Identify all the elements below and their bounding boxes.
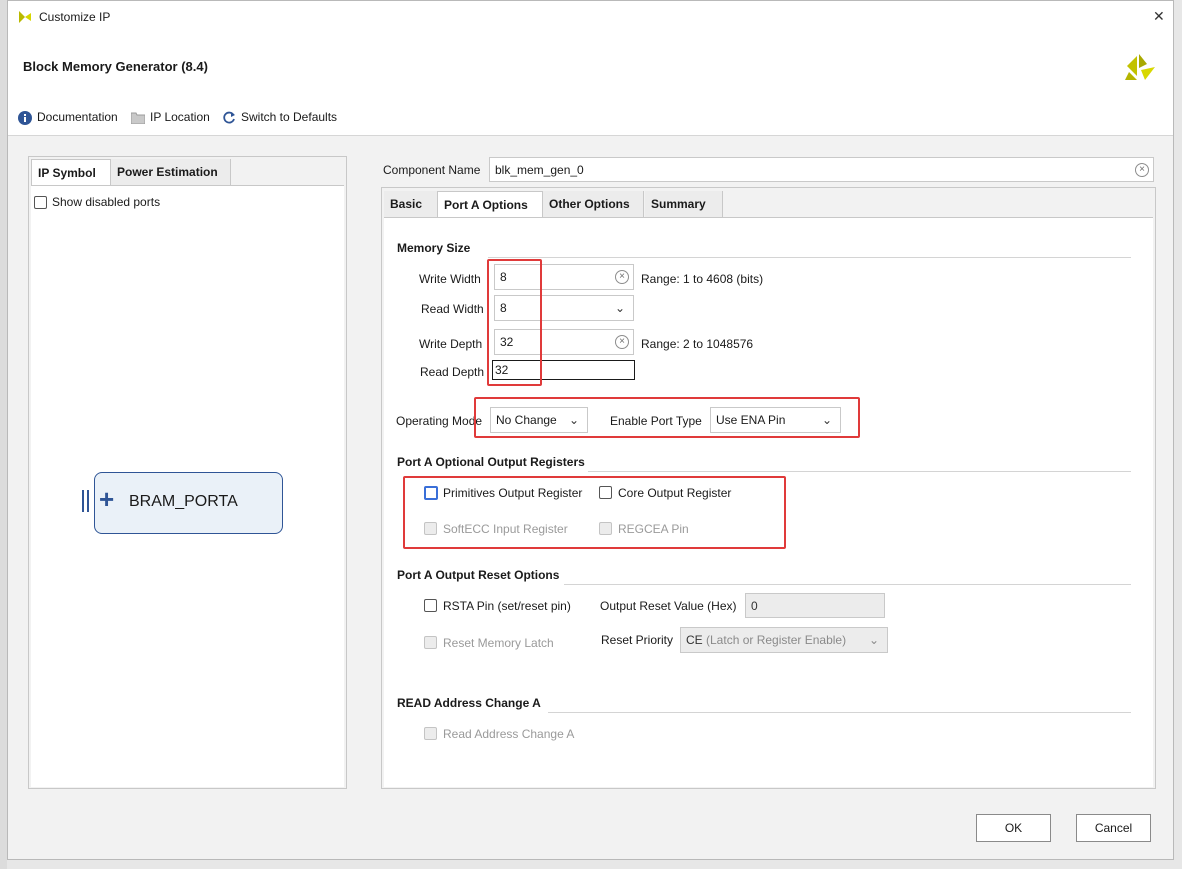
write-width-range: Range: 1 to 4608 (bits) xyxy=(641,272,764,286)
refresh-icon xyxy=(223,111,235,124)
write-width-label: Write Width xyxy=(419,272,481,286)
bram-porta-label: BRAM_PORTA xyxy=(129,493,238,510)
chevron-down-icon: ⌄ xyxy=(614,301,625,315)
chevron-down-icon: ⌄ xyxy=(868,633,879,647)
output-reset-value-input: 0 xyxy=(745,593,885,618)
customize-ip-dialog: Customize IP ✕ Block Memory Generator (8… xyxy=(7,0,1174,860)
reset-priority-detail: (Latch or Register Enable) xyxy=(706,633,847,647)
ok-button[interactable]: OK xyxy=(976,814,1051,842)
divider xyxy=(564,584,1131,585)
vivado-logo-icon xyxy=(19,11,31,23)
tab-power-estimation[interactable]: Power Estimation xyxy=(111,159,231,185)
rsta-pin-checkbox[interactable] xyxy=(424,599,437,612)
show-disabled-ports-label: Show disabled ports xyxy=(52,195,161,209)
dialog-header: Block Memory Generator (8.4) Documentati… xyxy=(8,33,1173,136)
clear-icon[interactable]: × xyxy=(615,270,629,284)
operating-mode-label: Operating Mode xyxy=(396,414,483,428)
reset-priority-label: Reset Priority xyxy=(601,633,674,647)
divider xyxy=(548,712,1131,713)
title-bar: Customize IP ✕ xyxy=(8,1,1173,33)
documentation-label: Documentation xyxy=(37,110,118,124)
bram-port-bar xyxy=(82,490,89,512)
component-name-value: blk_mem_gen_0 xyxy=(495,163,584,177)
component-name-input[interactable]: blk_mem_gen_0 × xyxy=(489,157,1154,182)
component-name-label: Component Name xyxy=(383,163,481,177)
divider xyxy=(488,257,1131,258)
tab-basic[interactable]: Basic xyxy=(384,191,437,217)
left-panel: IP Symbol Power Estimation Show disabled… xyxy=(28,156,347,789)
rsta-pin-label: RSTA Pin (set/reset pin) xyxy=(443,599,571,613)
info-icon xyxy=(18,111,32,125)
expand-plus-icon[interactable]: + xyxy=(99,485,114,513)
bram-porta-block[interactable]: + BRAM_PORTA xyxy=(94,472,283,534)
output-reset-value: 0 xyxy=(751,599,758,613)
reset-memory-latch-checkbox xyxy=(424,636,437,649)
divider xyxy=(588,471,1131,472)
clear-icon[interactable]: × xyxy=(615,335,629,349)
tab-port-a-options[interactable]: Port A Options xyxy=(437,191,543,217)
highlight-box xyxy=(403,476,786,549)
read-address-change-label: Read Address Change A xyxy=(443,727,575,741)
reset-priority-value: CE xyxy=(686,633,703,647)
reset-priority-select: CE (Latch or Register Enable) ⌄ xyxy=(680,627,888,653)
tab-ip-symbol[interactable]: IP Symbol xyxy=(31,159,111,185)
tab-other-options[interactable]: Other Options xyxy=(543,191,644,217)
folder-icon xyxy=(131,112,145,124)
read-address-title: READ Address Change A xyxy=(397,696,541,710)
highlight-box xyxy=(474,397,860,438)
show-disabled-ports-checkbox[interactable] xyxy=(34,196,47,209)
xilinx-logo-icon xyxy=(1125,54,1155,80)
reset-options-title: Port A Output Reset Options xyxy=(397,568,560,582)
write-depth-range: Range: 2 to 1048576 xyxy=(641,337,754,351)
clear-icon[interactable]: × xyxy=(1135,163,1149,177)
read-width-label: Read Width xyxy=(421,302,484,316)
desktop-background xyxy=(0,0,7,869)
tab-summary[interactable]: Summary xyxy=(645,191,723,217)
ip-location-label: IP Location xyxy=(150,110,210,124)
memory-size-title: Memory Size xyxy=(397,241,471,255)
window-title: Customize IP xyxy=(39,10,111,24)
output-reset-value-label: Output Reset Value (Hex) xyxy=(600,599,737,613)
switch-to-defaults-label: Switch to Defaults xyxy=(241,110,338,124)
reset-memory-latch-label: Reset Memory Latch xyxy=(443,636,554,650)
read-depth-label: Read Depth xyxy=(420,365,485,379)
cancel-button[interactable]: Cancel xyxy=(1076,814,1151,842)
highlight-box xyxy=(487,259,542,386)
close-icon[interactable]: ✕ xyxy=(1153,8,1165,25)
read-address-change-checkbox xyxy=(424,727,437,740)
write-depth-label: Write Depth xyxy=(419,337,483,351)
output-registers-title: Port A Optional Output Registers xyxy=(397,455,585,469)
page-title: Block Memory Generator (8.4) xyxy=(23,59,208,74)
